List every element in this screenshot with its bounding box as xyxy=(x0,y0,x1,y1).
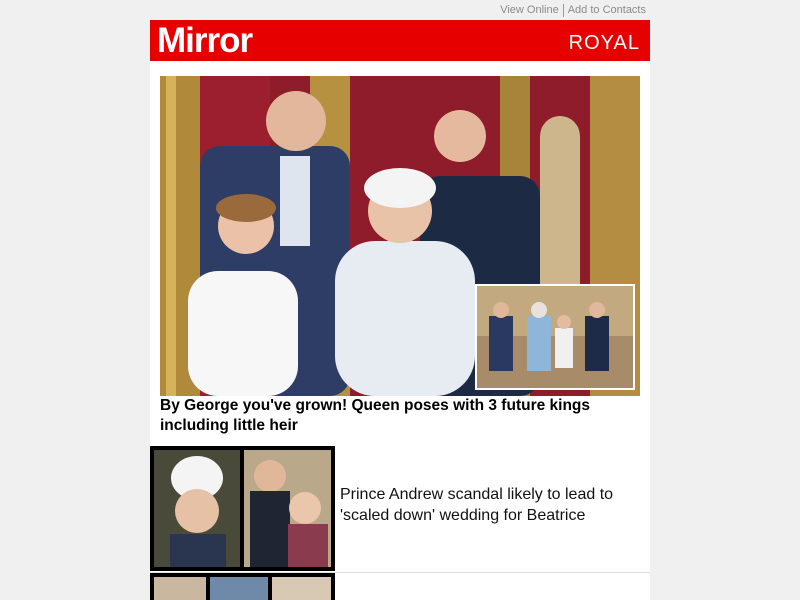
story-thumbnail[interactable] xyxy=(150,446,335,571)
masthead[interactable]: Mirror ROYAL xyxy=(150,20,650,61)
featured-image[interactable] xyxy=(160,76,640,396)
email-header-links: View Online Add to Contacts xyxy=(150,0,650,20)
newsletter-body: Mirror ROYAL By George you've grown! Que… xyxy=(150,20,650,600)
featured-headline[interactable]: By George you've grown! Queen poses with… xyxy=(160,396,630,436)
story-item[interactable]: Prince Andrew scandal likely to lead to … xyxy=(150,446,650,573)
story-title[interactable]: Prince Andrew scandal likely to lead to … xyxy=(340,484,640,526)
mirror-logo[interactable]: Mirror xyxy=(157,21,253,61)
add-to-contacts-link[interactable]: Add to Contacts xyxy=(564,4,650,16)
view-online-link[interactable]: View Online xyxy=(496,4,563,16)
story-thumbnail-next[interactable] xyxy=(150,573,335,600)
inset-photo xyxy=(475,284,635,390)
section-label: ROYAL xyxy=(568,32,640,54)
